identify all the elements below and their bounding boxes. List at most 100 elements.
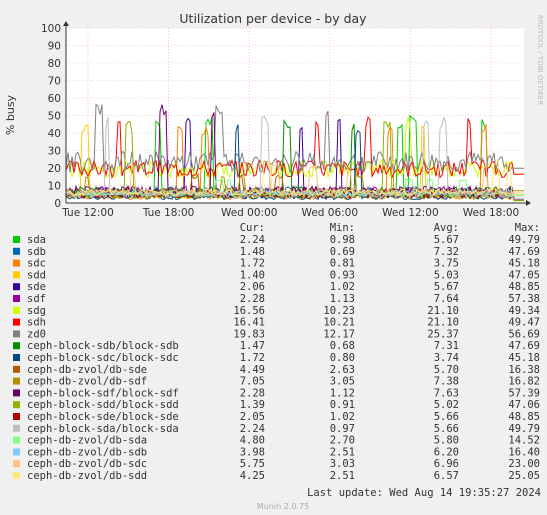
legend-swatch [13,259,20,267]
legend-value-max: 49.79 [508,423,540,435]
legend-value-avg: 7.32 [434,246,459,258]
legend-swatch [13,472,20,479]
legend-value-cur: 5.75 [240,458,265,470]
legend-value-cur: 4.80 [240,435,265,447]
legend-label: sdg [27,305,46,317]
legend-value-cur: 4.49 [240,364,265,376]
legend-value-avg: 3.74 [434,352,459,364]
legend-value-min: 0.68 [330,340,355,352]
legend-value-avg: 7.31 [434,340,459,352]
legend-value-min: 3.03 [330,458,355,470]
legend-value-avg: 5.02 [434,399,459,411]
y-tick-label: 40 [48,128,61,140]
legend-value-avg: 5.67 [434,281,459,293]
x-tick-label: Wed 00:00 [221,207,278,219]
legend-value-cur: 1.39 [240,399,265,411]
legend-value-max: 16.38 [508,364,540,376]
legend-value-max: 16.82 [508,376,540,388]
y-tick-label: 100 [41,23,61,35]
legend-value-min: 0.93 [330,269,355,281]
legend-swatch [13,306,20,314]
last-update: Last update: Wed Aug 14 19:35:27 2024 [307,487,541,499]
legend-value-min: 10.21 [323,317,355,329]
legend-value-max: 48.85 [508,281,540,293]
legend-value-max: 57.38 [508,293,540,305]
legend-label: ceph-block-sdc/block-sdc [27,352,179,364]
legend-label: sde [27,281,46,293]
legend-value-max: 57.39 [508,387,540,399]
legend-swatch [13,236,20,243]
legend-value-cur: 1.40 [240,269,265,281]
legend-value-min: 2.63 [330,364,355,376]
legend-value-max: 49.47 [508,317,540,329]
y-tick-label: 30 [48,146,61,158]
legend-value-avg: 5.66 [434,411,459,423]
legend-label: sdh [27,317,46,329]
legend-label: sdd [27,269,46,281]
legend-value-avg: 6.20 [434,446,459,458]
legend-value-cur: 2.28 [240,387,265,399]
legend-label: ceph-db-zvol/db-sdd [27,470,147,482]
legend-value-max: 47.05 [508,269,540,281]
legend-value-avg: 5.66 [434,423,459,435]
legend-value-cur: 1.72 [240,352,265,364]
legend-value-max: 45.18 [508,258,540,270]
legend-value-min: 1.02 [330,411,355,423]
legend-value-avg: 5.03 [434,269,459,281]
legend-label: sdc [27,258,46,270]
legend-label: sdb [27,246,46,258]
legend-value-cur: 2.24 [240,423,265,435]
legend-value-avg: 5.70 [434,364,459,376]
legend-label: sda [27,234,46,246]
legend-value-max: 25.05 [508,470,540,482]
legend-swatch [13,318,20,326]
y-tick-label: 90 [48,41,61,53]
legend-swatch [13,460,20,468]
legend-label: zd0 [27,328,46,340]
legend-value-min: 0.91 [330,399,355,411]
legend-value-min: 2.70 [330,435,355,447]
legend-value-max: 47.06 [508,399,540,411]
legend-value-cur: 1.48 [240,246,265,258]
legend-value-min: 1.13 [330,293,355,305]
legend-value-min: 0.69 [330,246,355,258]
legend-value-max: 49.34 [508,305,540,317]
legend-value-cur: 2.05 [240,411,265,423]
legend-swatch [13,389,20,397]
legend-value-min: 2.51 [330,446,355,458]
legend-value-max: 47.69 [508,340,540,352]
y-tick-label: 0 [54,198,61,210]
legend-value-avg: 21.10 [427,305,459,317]
legend-value-avg: 6.96 [434,458,459,470]
y-axis-label: % busy [4,94,17,135]
legend-value-min: 3.05 [330,376,355,388]
legend-value-cur: 2.28 [240,293,265,305]
legend-value-avg: 7.63 [434,387,459,399]
x-tick-label: Wed 06:00 [302,207,359,219]
legend-swatch [13,271,20,279]
legend-label: ceph-db-zvol/db-sdb [27,446,147,458]
legend-header-min: Min: [330,222,355,234]
x-tick-label: Wed 18:00 [463,207,520,219]
legend-value-avg: 21.10 [427,317,459,329]
legend-value-min: 0.97 [330,423,355,435]
munin-version: Munin 2.0.75 [257,502,309,511]
legend-value-cur: 19.83 [233,328,265,340]
legend-swatch [13,342,20,350]
legend-swatch [13,413,20,420]
legend-value-max: 16.40 [508,446,540,458]
legend-value-max: 14.52 [508,435,540,447]
legend-value-min: 2.51 [330,470,355,482]
legend-value-cur: 1.72 [240,258,265,270]
legend-value-min: 10.23 [323,305,355,317]
legend-value-max: 49.79 [508,234,540,246]
x-tick-label: Tue 12:00 [61,207,114,219]
legend-value-min: 12.17 [323,328,355,340]
legend-header-max: Max: [515,222,540,234]
y-tick-label: 70 [48,76,61,88]
legend-value-cur: 4.25 [240,470,265,482]
legend-swatch [13,401,20,409]
legend-value-cur: 1.47 [240,340,265,352]
legend-value-cur: 3.98 [240,446,265,458]
legend-label: ceph-db-zvol/db-sde [27,364,147,376]
